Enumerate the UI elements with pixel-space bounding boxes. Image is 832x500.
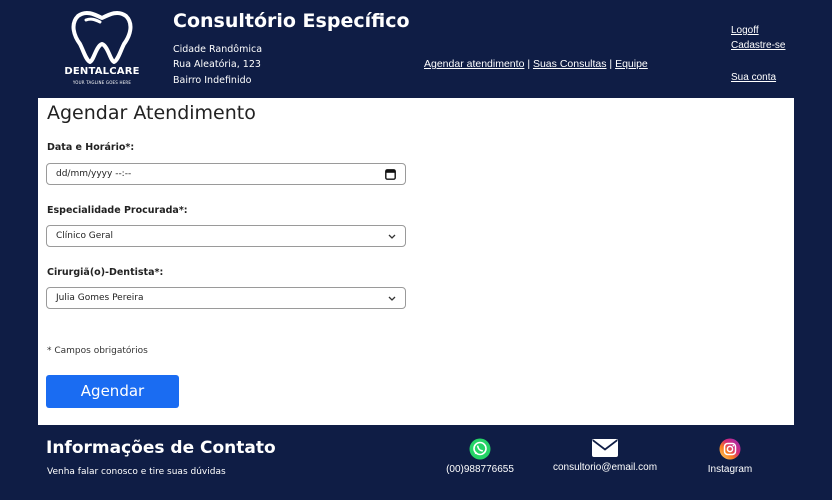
address-line-district: Bairro Indefinido <box>173 75 252 86</box>
datetime-input[interactable]: dd/mm/yyyy --:-- <box>46 163 406 185</box>
contact-title: Informações de Contato <box>46 438 276 458</box>
required-fields-note: * Campos obrigatórios <box>47 346 148 356</box>
site-header: DENTALCARE YOUR TAGLINE GOES HERE Consul… <box>0 0 832 98</box>
email-contact[interactable]: consultorio@email.com <box>542 438 668 473</box>
calendar-icon[interactable] <box>385 168 396 180</box>
nav-separator: | <box>524 58 533 70</box>
instagram-label: Instagram <box>707 464 753 475</box>
address-line-street: Rua Aleatória, 123 <box>173 59 261 70</box>
whatsapp-icon[interactable] <box>469 438 491 460</box>
nav-link-schedule[interactable]: Agendar atendimento <box>424 58 524 70</box>
dentist-select[interactable]: Julia Gomes Pereira <box>46 287 406 309</box>
chevron-down-icon <box>388 234 396 239</box>
submit-schedule-button[interactable]: Agendar <box>46 375 179 408</box>
instagram-icon[interactable] <box>719 438 741 460</box>
specialty-label: Especialidade Procurada*: <box>47 205 188 216</box>
chevron-down-icon <box>388 296 396 301</box>
register-link[interactable]: Cadastre-se <box>731 40 785 51</box>
envelope-icon[interactable] <box>591 438 619 458</box>
nav-link-appointments[interactable]: Suas Consultas <box>533 58 607 70</box>
logoff-link[interactable]: Logoff <box>731 25 759 36</box>
nav-link-team[interactable]: Equipe <box>615 58 648 70</box>
clinic-name: Consultório Específico <box>173 10 410 32</box>
whatsapp-number: (00)988776655 <box>446 464 514 475</box>
main-nav: Agendar atendimento | Suas Consultas | E… <box>424 58 648 70</box>
datetime-label: Data e Horário*: <box>47 142 135 153</box>
whatsapp-contact[interactable]: (00)988776655 <box>438 438 522 475</box>
dentist-label: Cirurgiã(o)-Dentista*: <box>47 267 164 278</box>
specialty-select[interactable]: Clínico Geral <box>46 225 406 247</box>
dentist-selected-value: Julia Gomes Pereira <box>56 293 144 303</box>
address-line-city: Cidade Randômica <box>173 44 263 55</box>
contact-subtitle: Venha falar conosco e tire suas dúvidas <box>47 467 226 477</box>
my-account-link[interactable]: Sua conta <box>731 72 776 83</box>
logo: DENTALCARE YOUR TAGLINE GOES HERE <box>56 10 148 90</box>
logo-brand: DENTALCARE <box>64 66 140 77</box>
datetime-value: dd/mm/yyyy --:-- <box>56 169 132 179</box>
instagram-contact[interactable]: Instagram <box>694 438 766 475</box>
logo-tagline: YOUR TAGLINE GOES HERE <box>72 80 132 85</box>
nav-separator: | <box>606 58 616 70</box>
specialty-selected-value: Clínico Geral <box>56 231 114 241</box>
email-address: consultorio@email.com <box>552 462 658 473</box>
page-title: Agendar Atendimento <box>47 102 256 124</box>
tooth-icon <box>71 10 133 64</box>
appointment-form-card: Agendar Atendimento Data e Horário*: dd/… <box>38 98 794 425</box>
